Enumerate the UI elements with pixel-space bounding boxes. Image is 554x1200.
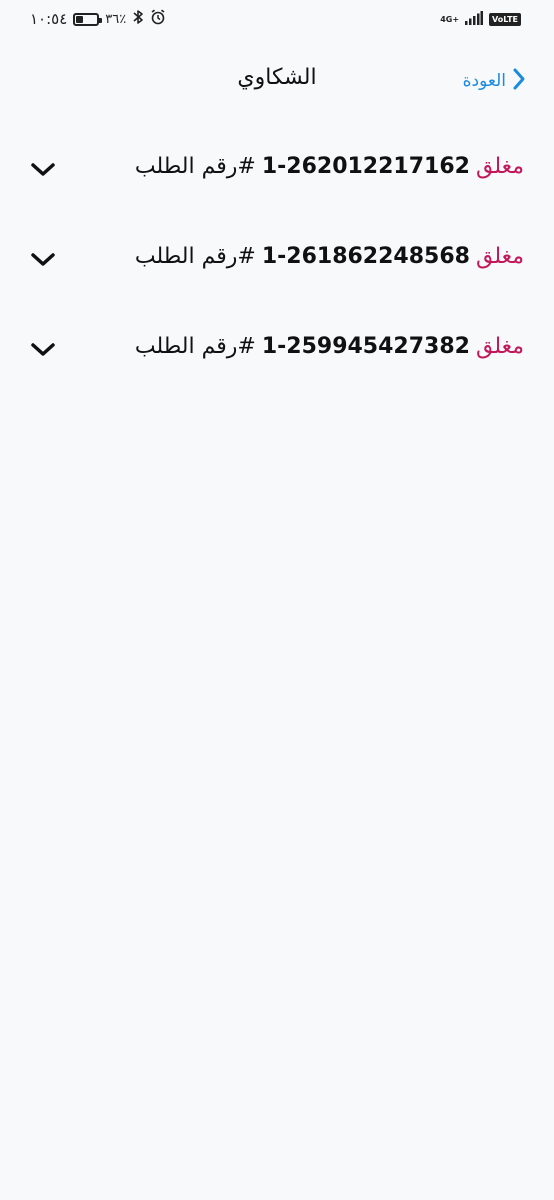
complaints-list: مغلق1-262012217162#رقم الطلب مغلق1-26186…: [0, 140, 554, 410]
complaint-summary: مغلق1-261862248568#رقم الطلب: [135, 244, 524, 269]
back-button-label: العودة: [462, 71, 506, 91]
alarm-icon: [150, 9, 166, 29]
chevron-right-icon: [512, 67, 526, 95]
complaint-item[interactable]: مغلق1-259945427382#رقم الطلب: [0, 320, 554, 410]
complaint-status: مغلق: [475, 334, 524, 359]
complaint-summary: مغلق1-262012217162#رقم الطلب: [135, 154, 524, 179]
status-time: ١٠:٥٤: [30, 10, 68, 28]
chevron-down-icon[interactable]: [30, 162, 56, 182]
chevron-down-icon[interactable]: [30, 252, 56, 272]
chevron-down-icon[interactable]: [30, 342, 56, 362]
battery-level-fill: [76, 15, 84, 23]
complaint-status: مغلق: [475, 244, 524, 269]
complaint-summary: مغلق1-259945427382#رقم الطلب: [135, 334, 524, 359]
complaint-number: 1-262012217162: [261, 154, 470, 179]
complaint-number: 1-259945427382: [261, 334, 470, 359]
complaint-status: مغلق: [475, 154, 524, 179]
volte-badge: VoLTE: [489, 13, 521, 26]
status-right-group: 4G+ VoLTE: [440, 10, 521, 29]
battery-icon: [73, 12, 103, 26]
complaint-number: 1-261862248568: [261, 244, 470, 269]
complaint-item[interactable]: مغلق1-261862248568#رقم الطلب: [0, 230, 554, 320]
complaint-item[interactable]: مغلق1-262012217162#رقم الطلب: [0, 140, 554, 230]
signal-icon: [465, 10, 484, 29]
complaint-label: #رقم الطلب: [134, 154, 256, 179]
complaint-label: #رقم الطلب: [134, 334, 256, 359]
complaint-label: #رقم الطلب: [134, 244, 256, 269]
bluetooth-icon: [132, 9, 144, 29]
status-bar: ١٠:٥٤ ٣٦٪ 4G+ VoLTE: [0, 0, 554, 36]
battery-percent: ٣٦٪: [105, 11, 127, 27]
network-type: 4G+: [440, 14, 460, 24]
app-header: الشكاوي العودة: [0, 55, 554, 105]
battery-tip: [99, 17, 103, 23]
status-left-group: ١٠:٥٤ ٣٦٪: [30, 9, 166, 29]
back-button[interactable]: العودة: [463, 67, 526, 95]
